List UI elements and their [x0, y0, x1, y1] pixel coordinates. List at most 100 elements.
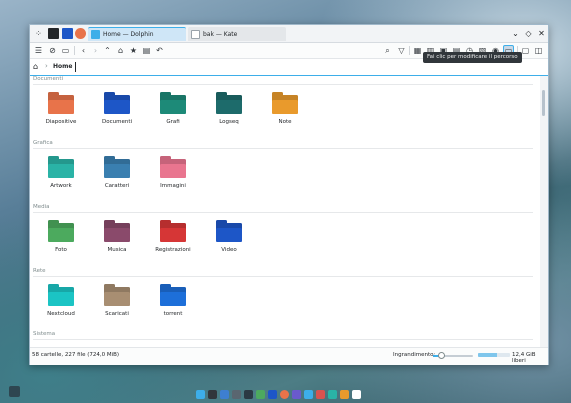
folder-item[interactable]: Note: [257, 92, 313, 125]
app-menu-icon[interactable]: ⁘: [33, 28, 44, 39]
app-task-icon[interactable]: [316, 390, 325, 399]
minimize-button[interactable]: ⌄: [510, 28, 521, 39]
folder-label: Diapositive: [45, 119, 77, 125]
app-task-icon[interactable]: [304, 390, 313, 399]
konsole-icon[interactable]: [62, 28, 73, 39]
folder-label: torrent: [163, 311, 183, 317]
app-task-icon[interactable]: [292, 390, 301, 399]
folder-item[interactable]: Logseq: [201, 92, 257, 125]
group-header: Documenti: [33, 76, 64, 82]
folder-item[interactable]: Foto: [33, 220, 89, 253]
tab-dolphin[interactable]: Home — Dolphin: [88, 27, 186, 41]
search-icon[interactable]: ⌕: [382, 45, 393, 56]
folder-icon: [104, 156, 130, 178]
pin-icon[interactable]: [48, 28, 59, 39]
kate-task-icon[interactable]: [352, 390, 361, 399]
folder-item[interactable]: Registrazioni: [145, 220, 201, 253]
group-divider: [33, 212, 533, 213]
folder-label: Video: [221, 247, 237, 253]
scrollbar-thumb[interactable]: [542, 90, 545, 116]
firefox-icon[interactable]: [75, 28, 86, 39]
folder-item[interactable]: Musica: [89, 220, 145, 253]
folder-item[interactable]: Documenti: [89, 92, 145, 125]
firefox-task-icon[interactable]: [280, 390, 289, 399]
bookmark-icon[interactable]: ★: [128, 45, 139, 56]
desktop-pager-icon[interactable]: [208, 390, 217, 399]
new-folder-icon[interactable]: ▤: [141, 45, 152, 56]
terminal-task-icon[interactable]: [244, 390, 253, 399]
folder-icon: [104, 92, 130, 114]
up-icon[interactable]: ⌃: [102, 45, 113, 56]
folder-icon: [48, 92, 74, 114]
folder-item[interactable]: Diapositive: [33, 92, 89, 125]
zoom-label: Ingrandimento:: [393, 352, 436, 358]
toolbar-separator: [409, 46, 410, 55]
status-bar: 58 cartelle, 227 file (724,0 MiB) Ingran…: [30, 347, 548, 365]
icons-view-icon[interactable]: ▦: [412, 45, 423, 56]
split-icon[interactable]: ▭: [60, 45, 71, 56]
zoom-slider[interactable]: [433, 352, 473, 359]
folder-icon: [160, 156, 186, 178]
dolphin-window: ⁘ Home — Dolphin bak — Kate ⌄ ◇ ✕ ☰ ⊘ ▭ …: [29, 24, 549, 365]
folder-icon: [160, 92, 186, 114]
places-icon[interactable]: ⊘: [47, 45, 58, 56]
group-divider: [33, 276, 533, 277]
menu-icon[interactable]: ☰: [33, 45, 44, 56]
group-header: Media: [33, 204, 50, 210]
toolbar-separator: [74, 46, 75, 55]
maximize-button[interactable]: ◇: [523, 28, 534, 39]
folder-item[interactable]: Artwork: [33, 156, 89, 189]
folder-label: Logseq: [219, 119, 239, 125]
app-task-icon[interactable]: [256, 390, 265, 399]
status-summary: 58 cartelle, 227 file (724,0 MiB): [32, 352, 120, 358]
terminal-icon[interactable]: ▢: [520, 45, 531, 56]
close-button[interactable]: ✕: [536, 28, 547, 39]
folder-item[interactable]: Grafi: [145, 92, 201, 125]
group-header: Grafica: [33, 140, 53, 146]
forward-icon[interactable]: ›: [90, 45, 101, 56]
dolphin-task-icon[interactable]: [220, 390, 229, 399]
folder-item[interactable]: Caratteri: [89, 156, 145, 189]
back-icon[interactable]: ‹: [78, 45, 89, 56]
group-header: Sistema: [33, 331, 56, 337]
folder-icon: [160, 284, 186, 306]
group-divider: [33, 84, 533, 85]
app-task-icon[interactable]: [340, 390, 349, 399]
folder-icon: [104, 220, 130, 242]
launcher-icon[interactable]: [196, 390, 205, 399]
folder-label: Documenti: [101, 119, 133, 125]
disk-usage-fill: [478, 353, 498, 357]
app-task-icon[interactable]: [328, 390, 337, 399]
folder-item[interactable]: Nextcloud: [33, 284, 89, 317]
chevron-right-icon: ›: [45, 62, 48, 70]
zoom-slider-handle[interactable]: [438, 352, 445, 359]
tooltip: Fai clic per modificare il percorso: [423, 52, 522, 63]
group-divider: [33, 148, 533, 149]
settings-task-icon[interactable]: [232, 390, 241, 399]
folder-icon: [272, 92, 298, 114]
group-documenti: Documenti Diapositive Documenti Grafi Logseq…: [30, 76, 540, 140]
text-cursor: [75, 62, 76, 72]
folder-label: Scaricati: [105, 311, 129, 317]
desktop-icon[interactable]: [9, 386, 20, 397]
breadcrumb-home[interactable]: Home: [53, 63, 72, 70]
home-icon[interactable]: ⌂: [33, 62, 38, 71]
sidebar-icon[interactable]: ◫: [533, 45, 544, 56]
folder-label: Artwork: [50, 183, 72, 189]
file-view: Documenti Diapositive Documenti Grafi Logseq…: [30, 76, 540, 347]
scrollbar[interactable]: [540, 76, 548, 347]
group-grafica: Grafica Artwork Caratteri Immagini: [30, 140, 540, 204]
app-task-icon[interactable]: [268, 390, 277, 399]
tab-kate[interactable]: bak — Kate: [188, 27, 286, 41]
folder-label: Registrazioni: [155, 247, 191, 253]
group-header: Rete: [33, 268, 46, 274]
filter-icon[interactable]: ▽: [396, 45, 407, 56]
undo-icon[interactable]: ↶: [154, 45, 165, 56]
folder-item[interactable]: Video: [201, 220, 257, 253]
home-icon[interactable]: ⌂: [115, 45, 126, 56]
folder-label: Caratteri: [104, 183, 130, 189]
folder-item[interactable]: torrent: [145, 284, 201, 317]
folder-item[interactable]: Immagini: [145, 156, 201, 189]
tab-label: Home — Dolphin: [103, 31, 154, 38]
folder-item[interactable]: Scaricati: [89, 284, 145, 317]
